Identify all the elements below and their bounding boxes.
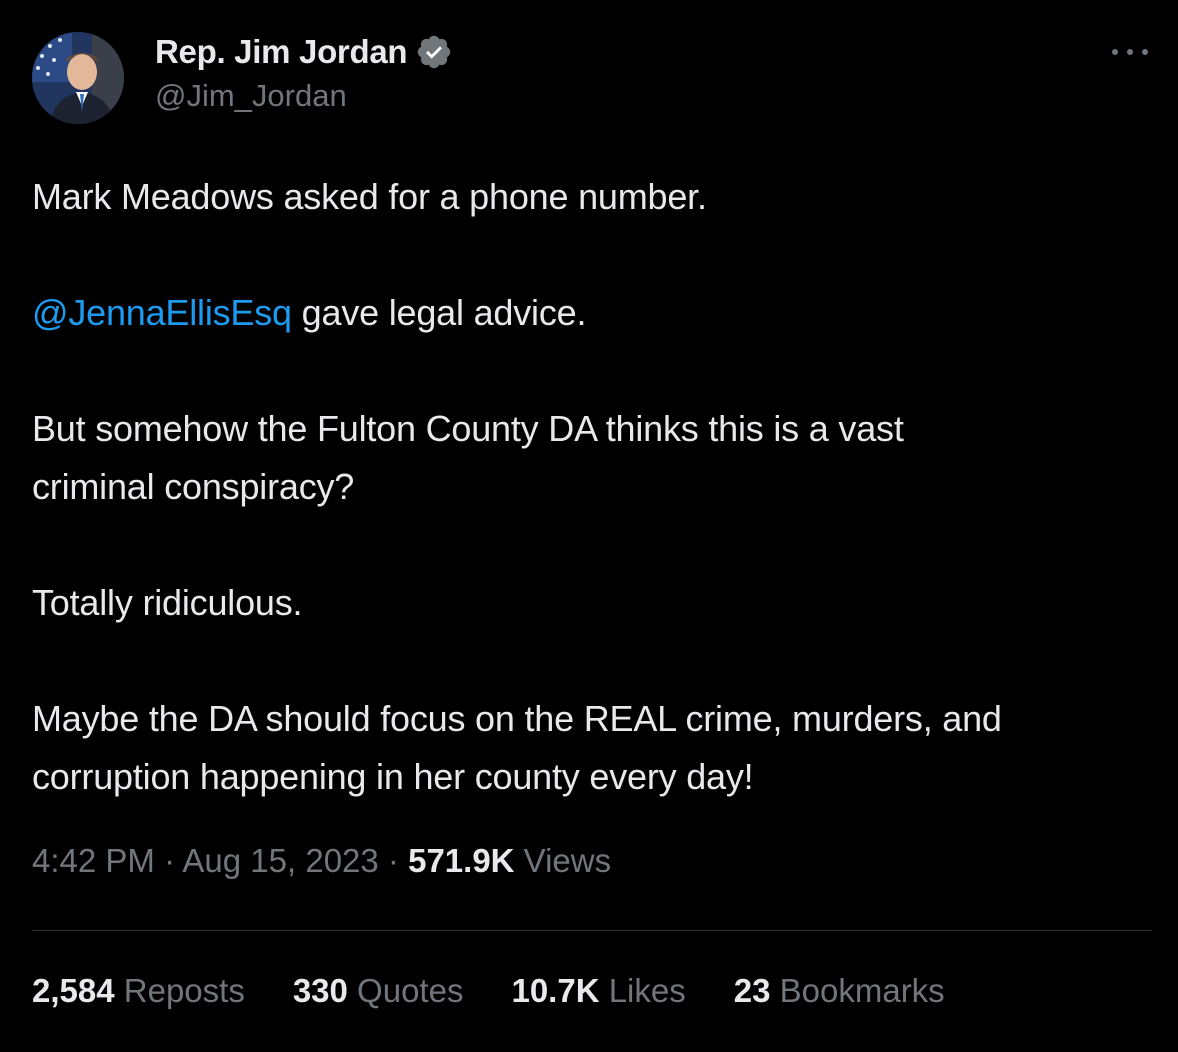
meta-separator: · [154,842,183,879]
reposts-stat[interactable]: 2,584 Reposts [32,972,245,1010]
likes-count: 10.7K [511,972,600,1009]
tweet-meta: 4:42 PM · Aug 15, 2023 · 571.9K Views [32,842,611,880]
likes-stat[interactable]: 10.7K Likes [511,972,685,1010]
tweet-paragraph: Maybe the DA should focus on the REAL cr… [32,690,1152,806]
dot [1127,49,1133,55]
author-block: Rep. Jim Jordan @Jim_Jordan [155,30,453,114]
quotes-label: Quotes [347,972,464,1009]
dot [1112,49,1118,55]
timestamp-time[interactable]: 4:42 PM [32,842,155,879]
display-name[interactable]: Rep. Jim Jordan [155,33,408,71]
tweet-line: But somehow the Fulton County DA thinks … [32,408,904,449]
verified-badge-icon[interactable] [415,33,453,71]
quotes-count: 330 [292,972,348,1009]
more-options-icon[interactable] [1112,42,1148,62]
views-count: 571.9K [408,842,515,879]
tweet-paragraph: But somehow the Fulton County DA thinks … [32,400,1152,516]
divider [32,930,1152,931]
timestamp-date[interactable]: Aug 15, 2023 [182,842,378,879]
bookmarks-stat[interactable]: 23 Bookmarks [734,972,945,1010]
engagement-stats: 2,584 Reposts 330 Quotes 10.7K Likes 23 … [32,972,993,1010]
author-handle[interactable]: @Jim_Jordan [155,78,453,114]
reposts-count: 2,584 [32,972,115,1009]
quotes-stat[interactable]: 330 Quotes [293,972,464,1010]
tweet-paragraph-text: gave legal advice. [291,292,587,333]
author-name-row: Rep. Jim Jordan [155,30,453,74]
tweet-line: Maybe the DA should focus on the REAL cr… [32,698,1002,739]
mention-link[interactable]: @JennaEllisEsq [32,292,292,333]
tweet-line: corruption happening in her county every… [32,756,754,797]
bookmarks-label: Bookmarks [770,972,945,1009]
tweet-detail: Rep. Jim Jordan @Jim_Jordan Mark Meadows… [0,0,1178,1052]
likes-label: Likes [599,972,686,1009]
reposts-label: Reposts [114,972,245,1009]
bookmarks-count: 23 [733,972,771,1009]
meta-separator: · [378,842,409,879]
avatar[interactable] [32,32,124,124]
views-label: Views [514,842,612,879]
dot [1142,49,1148,55]
tweet-text: Mark Meadows asked for a phone number. @… [32,168,1152,806]
tweet-line: criminal conspiracy? [32,466,355,507]
tweet-paragraph: Mark Meadows asked for a phone number. [32,176,707,217]
tweet-paragraph: @JennaEllisEsq gave legal advice. [32,284,1152,342]
tweet-paragraph: Totally ridiculous. [32,582,303,623]
